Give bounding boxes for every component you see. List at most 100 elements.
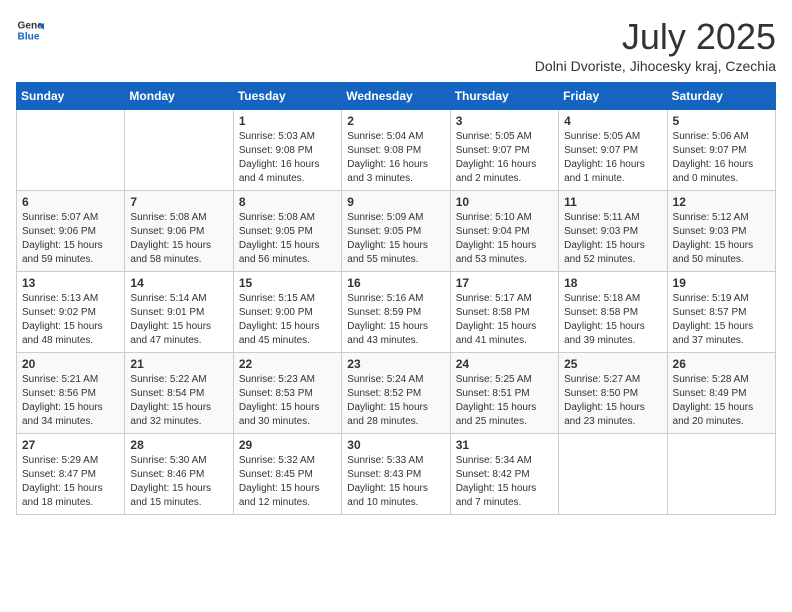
calendar-week-row: 6 Sunrise: 5:07 AM Sunset: 9:06 PM Daylig… (17, 191, 776, 272)
day-info: Sunrise: 5:08 AM Sunset: 9:05 PM Dayligh… (239, 211, 336, 267)
day-info: Sunrise: 5:27 AM Sunset: 8:50 PM Dayligh… (564, 373, 661, 429)
day-number: 7 (130, 195, 227, 209)
day-info: Sunrise: 5:24 AM Sunset: 8:52 PM Dayligh… (347, 373, 444, 429)
calendar-week-row: 1Sunrise: 5:03 AM Sunset: 9:08 PM Daylig… (17, 110, 776, 191)
day-info: Sunrise: 5:34 AM Sunset: 8:42 PM Dayligh… (456, 454, 553, 510)
calendar-day-cell: 23 Sunrise: 5:24 AM Sunset: 8:52 PM Dayli… (342, 353, 450, 434)
day-info: Sunrise: 5:04 AM Sunset: 9:08 PM Dayligh… (347, 130, 444, 186)
calendar-header-cell: Tuesday (233, 83, 341, 110)
svg-text:Blue: Blue (18, 31, 40, 42)
day-number: 4 (564, 114, 661, 128)
day-number: 8 (239, 195, 336, 209)
calendar-day-cell: 20Sunrise: 5:21 AM Sunset: 8:56 PM Dayli… (17, 353, 125, 434)
day-number: 30 (347, 438, 444, 452)
calendar-day-cell: 1Sunrise: 5:03 AM Sunset: 9:08 PM Daylig… (233, 110, 341, 191)
day-number: 18 (564, 276, 661, 290)
calendar-day-cell: 31 Sunrise: 5:34 AM Sunset: 8:42 PM Dayli… (450, 434, 558, 515)
calendar-week-row: 13 Sunrise: 5:13 AM Sunset: 9:02 PM Dayli… (17, 272, 776, 353)
calendar-day-cell: 19 Sunrise: 5:19 AM Sunset: 8:57 PM Dayli… (667, 272, 775, 353)
calendar-day-cell: 6 Sunrise: 5:07 AM Sunset: 9:06 PM Daylig… (17, 191, 125, 272)
calendar-day-cell: 21Sunrise: 5:22 AM Sunset: 8:54 PM Dayli… (125, 353, 233, 434)
header: General Blue July 2025 Dolni Dvoriste, J… (16, 16, 776, 74)
day-number: 3 (456, 114, 553, 128)
calendar-day-cell: 2 Sunrise: 5:04 AM Sunset: 9:08 PM Daylig… (342, 110, 450, 191)
logo: General Blue (16, 16, 44, 44)
day-info: Sunrise: 5:06 AM Sunset: 9:07 PM Dayligh… (673, 130, 770, 186)
title-area: July 2025 Dolni Dvoriste, Jihocesky kraj… (535, 16, 776, 74)
calendar-day-cell: 25 Sunrise: 5:27 AM Sunset: 8:50 PM Dayli… (559, 353, 667, 434)
day-info: Sunrise: 5:23 AM Sunset: 8:53 PM Dayligh… (239, 373, 336, 429)
day-info: Sunrise: 5:30 AM Sunset: 8:46 PM Dayligh… (130, 454, 227, 510)
day-info: Sunrise: 5:15 AM Sunset: 9:00 PM Dayligh… (239, 292, 336, 348)
day-number: 19 (673, 276, 770, 290)
day-number: 14 (130, 276, 227, 290)
calendar-day-cell: 26Sunrise: 5:28 AM Sunset: 8:49 PM Dayli… (667, 353, 775, 434)
day-info: Sunrise: 5:25 AM Sunset: 8:51 PM Dayligh… (456, 373, 553, 429)
calendar-header-cell: Thursday (450, 83, 558, 110)
day-number: 11 (564, 195, 661, 209)
calendar-day-cell: 7 Sunrise: 5:08 AM Sunset: 9:06 PM Daylig… (125, 191, 233, 272)
calendar-day-cell: 22Sunrise: 5:23 AM Sunset: 8:53 PM Dayli… (233, 353, 341, 434)
day-info: Sunrise: 5:08 AM Sunset: 9:06 PM Dayligh… (130, 211, 227, 267)
calendar-day-cell: 24Sunrise: 5:25 AM Sunset: 8:51 PM Dayli… (450, 353, 558, 434)
day-info: Sunrise: 5:29 AM Sunset: 8:47 PM Dayligh… (22, 454, 119, 510)
calendar-week-row: 20Sunrise: 5:21 AM Sunset: 8:56 PM Dayli… (17, 353, 776, 434)
day-info: Sunrise: 5:16 AM Sunset: 8:59 PM Dayligh… (347, 292, 444, 348)
day-info: Sunrise: 5:10 AM Sunset: 9:04 PM Dayligh… (456, 211, 553, 267)
day-number: 28 (130, 438, 227, 452)
calendar-day-cell: 11Sunrise: 5:11 AM Sunset: 9:03 PM Dayli… (559, 191, 667, 272)
calendar-day-cell: 13 Sunrise: 5:13 AM Sunset: 9:02 PM Dayli… (17, 272, 125, 353)
day-info: Sunrise: 5:17 AM Sunset: 8:58 PM Dayligh… (456, 292, 553, 348)
day-info: Sunrise: 5:05 AM Sunset: 9:07 PM Dayligh… (456, 130, 553, 186)
day-info: Sunrise: 5:07 AM Sunset: 9:06 PM Dayligh… (22, 211, 119, 267)
calendar-body: 1Sunrise: 5:03 AM Sunset: 9:08 PM Daylig… (17, 110, 776, 515)
subtitle: Dolni Dvoriste, Jihocesky kraj, Czechia (535, 58, 776, 74)
calendar-day-cell: 12Sunrise: 5:12 AM Sunset: 9:03 PM Dayli… (667, 191, 775, 272)
day-number: 16 (347, 276, 444, 290)
calendar-day-cell: 4 Sunrise: 5:05 AM Sunset: 9:07 PM Daylig… (559, 110, 667, 191)
day-number: 31 (456, 438, 553, 452)
day-number: 13 (22, 276, 119, 290)
calendar-day-cell: 27 Sunrise: 5:29 AM Sunset: 8:47 PM Dayli… (17, 434, 125, 515)
day-info: Sunrise: 5:33 AM Sunset: 8:43 PM Dayligh… (347, 454, 444, 510)
calendar-day-cell: 10Sunrise: 5:10 AM Sunset: 9:04 PM Dayli… (450, 191, 558, 272)
calendar-day-cell: 3 Sunrise: 5:05 AM Sunset: 9:07 PM Daylig… (450, 110, 558, 191)
day-number: 26 (673, 357, 770, 371)
day-info: Sunrise: 5:13 AM Sunset: 9:02 PM Dayligh… (22, 292, 119, 348)
calendar-day-cell: 30 Sunrise: 5:33 AM Sunset: 8:43 PM Dayli… (342, 434, 450, 515)
day-info: Sunrise: 5:12 AM Sunset: 9:03 PM Dayligh… (673, 211, 770, 267)
day-number: 23 (347, 357, 444, 371)
day-info: Sunrise: 5:09 AM Sunset: 9:05 PM Dayligh… (347, 211, 444, 267)
logo-icon: General Blue (16, 16, 44, 44)
calendar-day-cell (667, 434, 775, 515)
calendar-day-cell: 8 Sunrise: 5:08 AM Sunset: 9:05 PM Daylig… (233, 191, 341, 272)
day-info: Sunrise: 5:18 AM Sunset: 8:58 PM Dayligh… (564, 292, 661, 348)
day-number: 2 (347, 114, 444, 128)
day-info: Sunrise: 5:14 AM Sunset: 9:01 PM Dayligh… (130, 292, 227, 348)
day-number: 29 (239, 438, 336, 452)
day-number: 6 (22, 195, 119, 209)
day-info: Sunrise: 5:05 AM Sunset: 9:07 PM Dayligh… (564, 130, 661, 186)
calendar-header-row: SundayMondayTuesdayWednesdayThursdayFrid… (17, 83, 776, 110)
calendar-day-cell (125, 110, 233, 191)
day-number: 15 (239, 276, 336, 290)
calendar-header-cell: Monday (125, 83, 233, 110)
calendar-day-cell: 28 Sunrise: 5:30 AM Sunset: 8:46 PM Dayli… (125, 434, 233, 515)
calendar-day-cell: 9 Sunrise: 5:09 AM Sunset: 9:05 PM Daylig… (342, 191, 450, 272)
calendar-day-cell: 15 Sunrise: 5:15 AM Sunset: 9:00 PM Dayli… (233, 272, 341, 353)
day-number: 25 (564, 357, 661, 371)
calendar-header-cell: Friday (559, 83, 667, 110)
calendar-day-cell: 16 Sunrise: 5:16 AM Sunset: 8:59 PM Dayli… (342, 272, 450, 353)
day-number: 9 (347, 195, 444, 209)
day-number: 17 (456, 276, 553, 290)
main-title: July 2025 (535, 16, 776, 58)
day-number: 21 (130, 357, 227, 371)
calendar-day-cell (559, 434, 667, 515)
calendar-table: SundayMondayTuesdayWednesdayThursdayFrid… (16, 82, 776, 515)
day-number: 5 (673, 114, 770, 128)
day-number: 20 (22, 357, 119, 371)
day-number: 27 (22, 438, 119, 452)
day-info: Sunrise: 5:32 AM Sunset: 8:45 PM Dayligh… (239, 454, 336, 510)
day-info: Sunrise: 5:19 AM Sunset: 8:57 PM Dayligh… (673, 292, 770, 348)
calendar-header-cell: Wednesday (342, 83, 450, 110)
